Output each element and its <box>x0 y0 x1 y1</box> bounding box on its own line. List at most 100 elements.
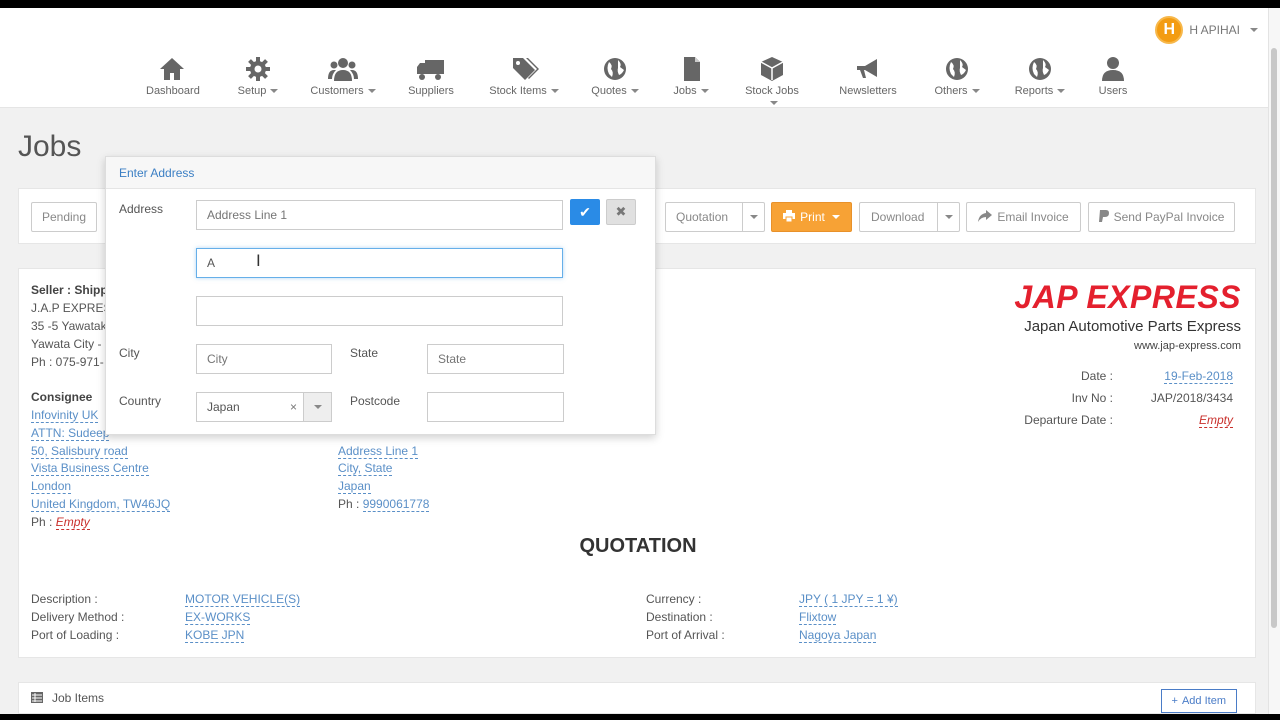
postcode-label: Postcode <box>350 394 401 408</box>
city-input[interactable] <box>196 344 332 374</box>
departure-label: Departure Date : <box>1024 413 1113 427</box>
cancel-button[interactable]: ✖ <box>606 199 636 225</box>
users-icon <box>328 56 358 82</box>
nav-setup[interactable]: Setup <box>236 56 280 97</box>
arrival-value[interactable]: Nagoya Japan <box>799 628 877 643</box>
confirm-button[interactable]: ✔ <box>570 199 600 225</box>
app-header: H H APIHAI Dashboard Setup Customers Sup… <box>0 8 1268 108</box>
consignee-country[interactable]: United Kingdom, TW46JQ <box>31 497 171 512</box>
nav-stock-jobs[interactable]: Stock Jobs <box>740 56 804 109</box>
consignee-address2[interactable]: Vista Business Centre <box>31 461 149 476</box>
notify-city-state[interactable]: City, State <box>338 461 393 476</box>
nav-label: Newsletters <box>839 85 897 97</box>
nav-label: Stock Jobs <box>745 85 799 97</box>
print-label: Print <box>800 210 825 224</box>
nav-quotes[interactable]: Quotes <box>590 56 640 97</box>
loading-label: Port of Loading : <box>31 628 120 642</box>
seller-phone: Ph : 075-971- <box>31 355 104 369</box>
nav-dashboard[interactable]: Dashboard <box>146 56 200 97</box>
globe-icon <box>600 56 630 82</box>
scrollbar-thumb[interactable] <box>1271 48 1277 628</box>
clear-icon[interactable]: × <box>290 400 297 414</box>
page-title: Jobs <box>18 130 82 163</box>
scrollbar[interactable] <box>1268 8 1280 714</box>
address-label: Address <box>119 202 164 216</box>
company-brand: JAP EXPRESS Japan Automotive Parts Expre… <box>1014 279 1241 352</box>
nav-label: Jobs <box>673 85 697 97</box>
user-name: H APIHAI <box>1189 23 1240 37</box>
nav-others[interactable]: Others <box>934 56 980 97</box>
address-line3-input[interactable] <box>196 296 563 326</box>
send-paypal-button[interactable]: Send PayPal Invoice <box>1088 202 1235 232</box>
notify-phone-row: Ph : 9990061778 <box>338 497 430 512</box>
text-cursor-icon: I <box>256 251 261 270</box>
nav-jobs[interactable]: Jobs <box>672 56 710 97</box>
screen-bottom-bar <box>0 714 1280 720</box>
globe-icon <box>1025 56 1055 82</box>
address-line1-input[interactable] <box>196 200 563 230</box>
check-icon: ✔ <box>579 203 591 220</box>
print-button[interactable]: Print <box>771 202 852 232</box>
add-item-button[interactable]: + Add Item <box>1160 689 1237 713</box>
date-value[interactable]: 19-Feb-2018 <box>1164 369 1233 384</box>
consignee-name[interactable]: Infovinity UK <box>31 408 99 423</box>
nav-users[interactable]: Users <box>1096 56 1130 97</box>
description-value[interactable]: MOTOR VEHICLE(S) <box>185 592 301 607</box>
consignee-address1[interactable]: 50, Salisbury road <box>31 444 128 459</box>
nav-newsletters[interactable]: Newsletters <box>838 56 898 97</box>
seller-line2: 35 -5 Yawatak <box>31 319 107 333</box>
inv-value: JAP/2018/3434 <box>1150 391 1233 405</box>
postcode-input[interactable] <box>427 392 564 422</box>
quotation-label: Quotation <box>676 210 729 224</box>
delivery-value[interactable]: EX-WORKS <box>185 610 251 625</box>
chevron-down-icon <box>270 89 279 94</box>
share-icon <box>978 209 993 225</box>
truck-icon <box>416 56 446 82</box>
company-tagline: Japan Automotive Parts Express <box>1024 318 1241 335</box>
consignee-phone[interactable]: Empty <box>55 515 90 530</box>
nav-reports[interactable]: Reports <box>1014 56 1066 97</box>
chevron-down-icon[interactable] <box>303 393 331 421</box>
consignee-attn[interactable]: ATTN: Sudeep <box>31 426 110 441</box>
nav-label: Dashboard <box>146 85 200 97</box>
quotation-dropdown[interactable]: Quotation <box>665 202 765 232</box>
city-label: City <box>119 346 140 360</box>
nav-customers[interactable]: Customers <box>310 56 376 97</box>
notify-address1[interactable]: Address Line 1 <box>338 444 419 459</box>
chevron-down-icon <box>831 215 840 219</box>
popover-title: Enter Address <box>106 157 655 189</box>
nav-suppliers[interactable]: Suppliers <box>408 56 454 97</box>
country-label: Country <box>119 394 162 408</box>
address-line2-input[interactable]: A <box>196 248 563 278</box>
arrival-label: Port of Arrival : <box>646 628 725 642</box>
chevron-down-icon <box>770 101 778 106</box>
chevron-down-icon <box>971 89 980 94</box>
nav-label: Reports <box>1014 85 1054 97</box>
table-icon <box>31 692 43 706</box>
currency-value[interactable]: JPY ( 1 JPY = 1 ¥) <box>799 592 898 607</box>
chevron-down-icon <box>742 203 764 231</box>
chevron-down-icon <box>550 89 559 94</box>
pending-button[interactable]: Pending <box>31 202 97 232</box>
user-icon <box>1098 56 1128 82</box>
currency-label: Currency : <box>646 592 702 606</box>
consignee-city[interactable]: London <box>31 479 72 494</box>
add-item-label: Add Item <box>1181 695 1226 707</box>
departure-value[interactable]: Empty <box>1198 413 1233 428</box>
notify-country[interactable]: Japan <box>338 479 371 494</box>
inv-label: Inv No : <box>1071 391 1113 405</box>
job-items-panel: Job Items + Add Item <box>18 682 1256 714</box>
print-icon <box>783 209 796 225</box>
user-menu[interactable]: H H APIHAI <box>1155 16 1258 44</box>
send-paypal-label: Send PayPal Invoice <box>1113 210 1225 224</box>
loading-value[interactable]: KOBE JPN <box>185 628 245 643</box>
destination-value[interactable]: Flixtow <box>799 610 837 625</box>
seller-line3: Yawata City - <box>31 337 102 351</box>
country-select[interactable]: Japan × <box>196 392 332 422</box>
nav-stock-items[interactable]: Stock Items <box>488 56 560 97</box>
email-invoice-button[interactable]: Email Invoice <box>966 202 1081 232</box>
state-input[interactable] <box>427 344 564 374</box>
main-nav: Dashboard Setup Customers Suppliers Stoc… <box>0 56 1268 106</box>
download-dropdown[interactable]: Download <box>859 202 960 232</box>
notify-phone[interactable]: 9990061778 <box>362 497 430 512</box>
